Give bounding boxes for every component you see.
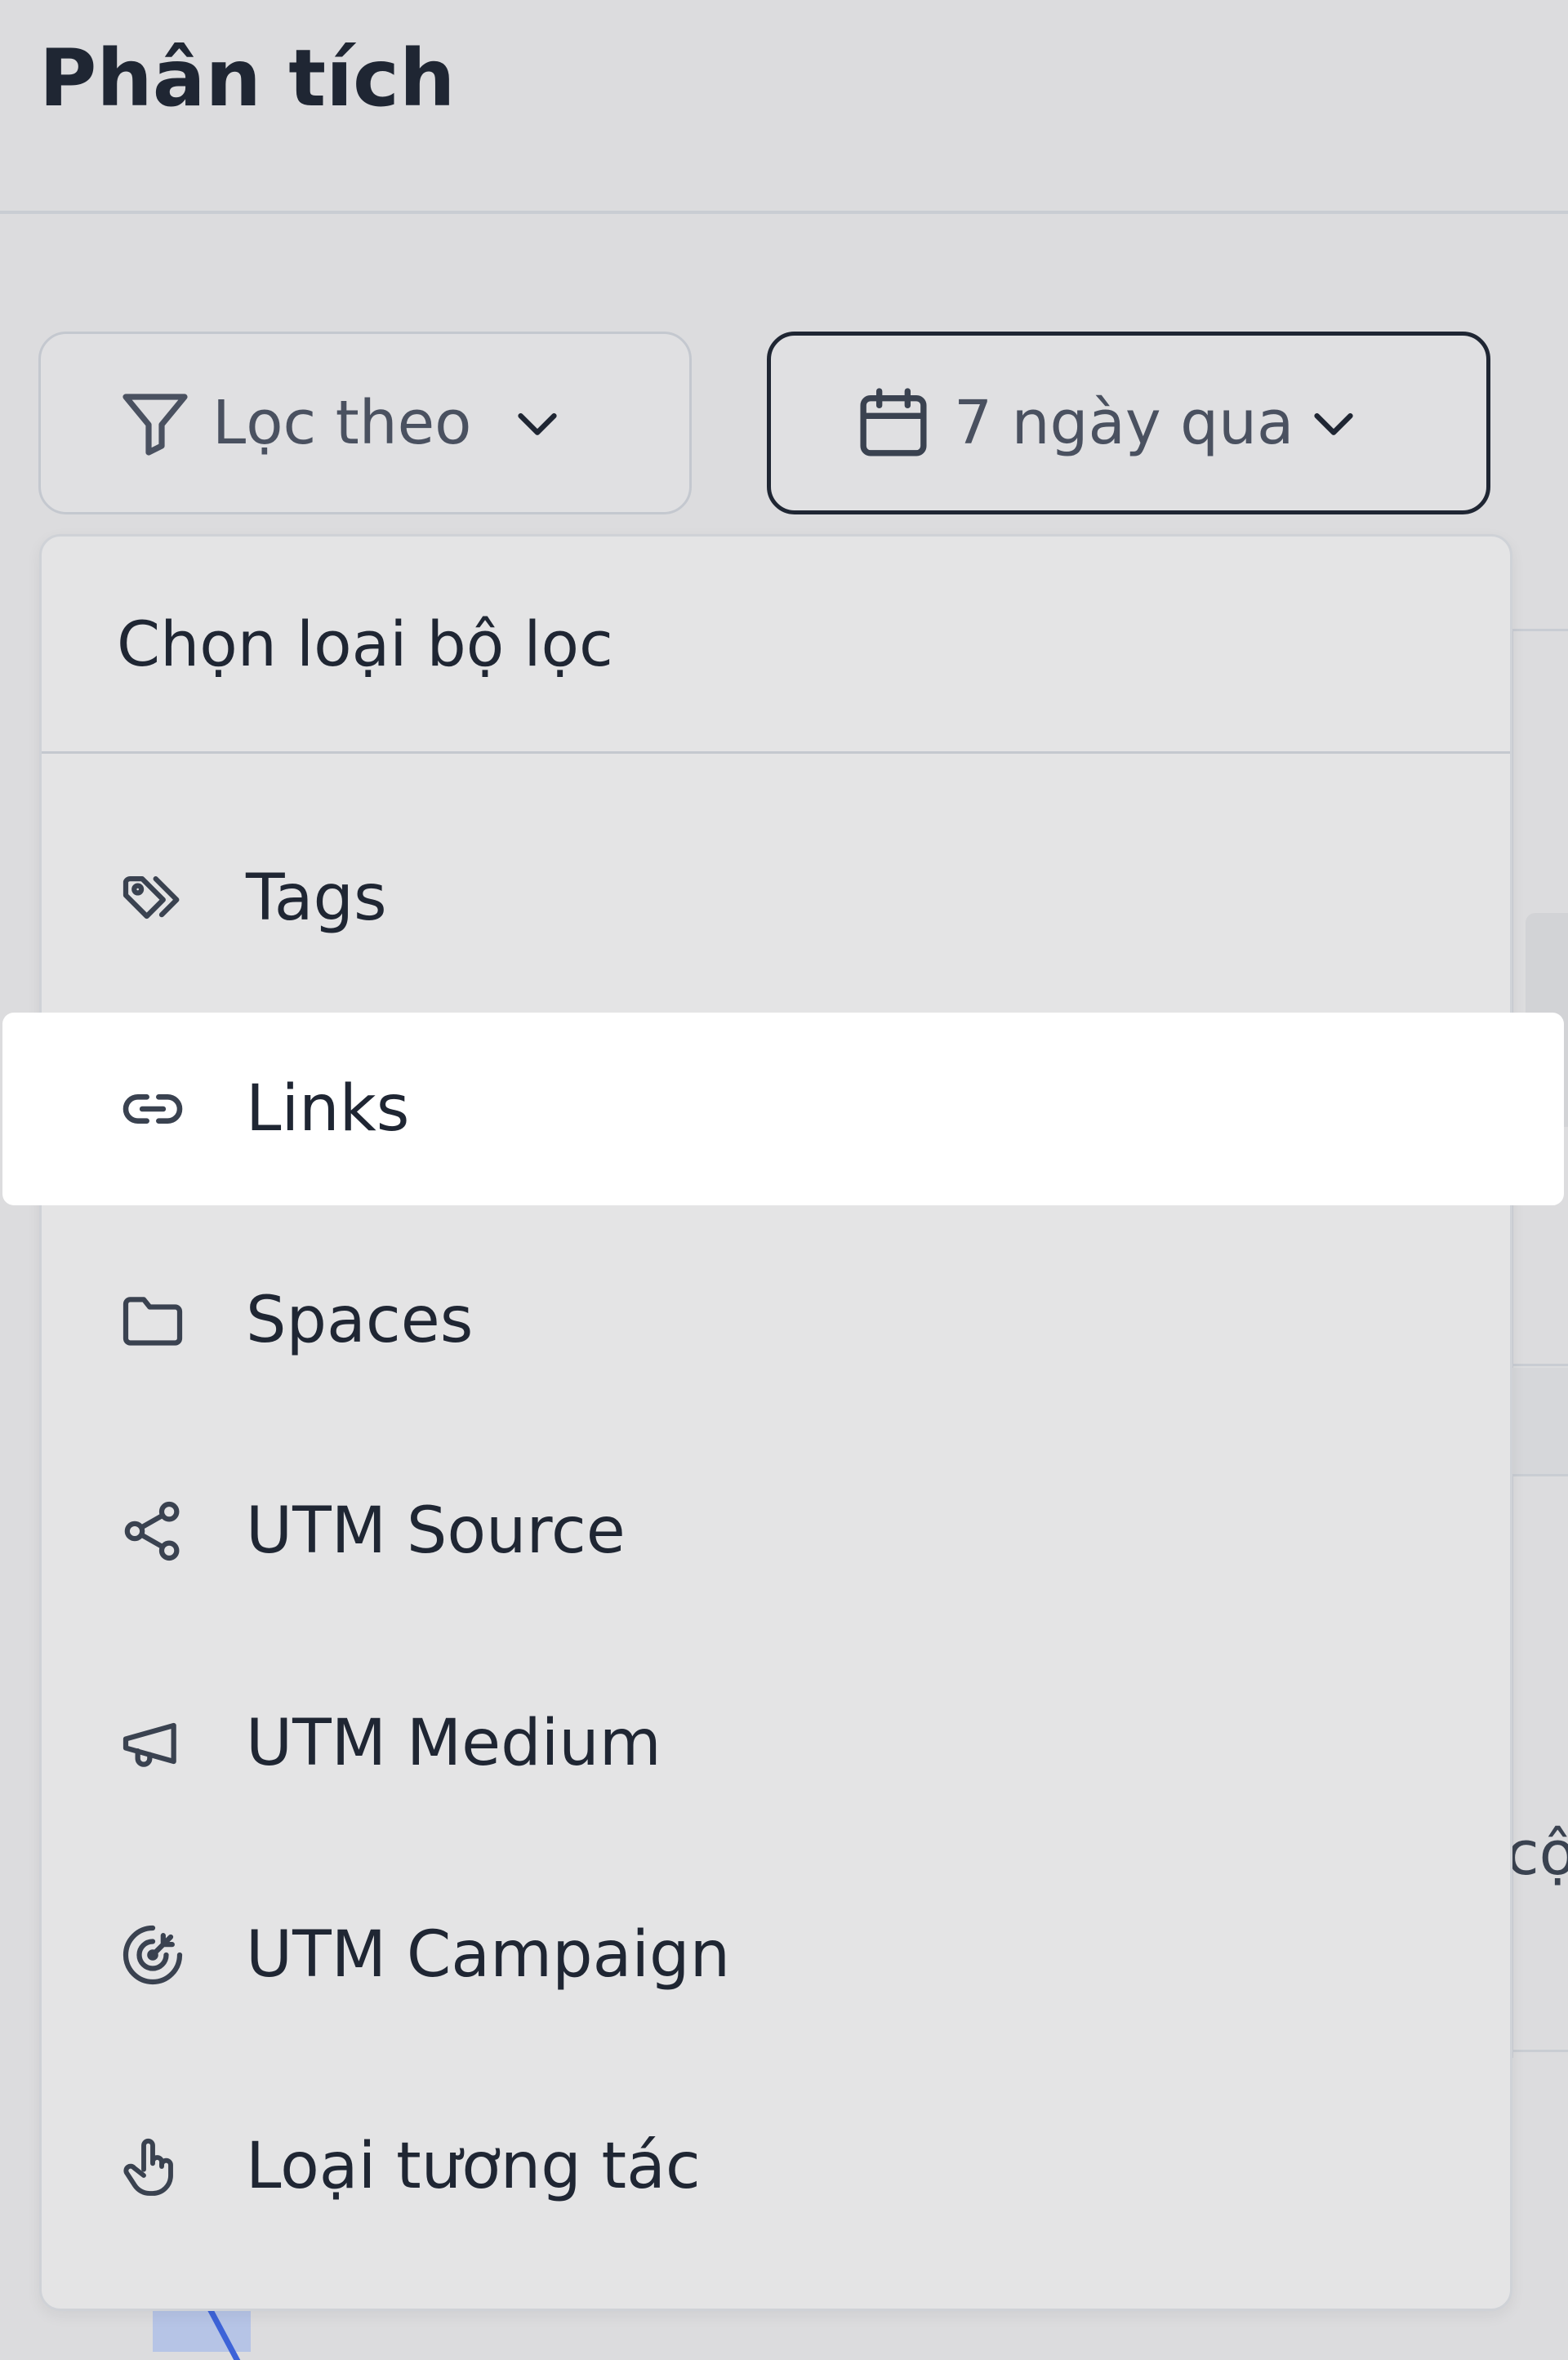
tags-icon	[122, 876, 180, 920]
megaphone-icon	[122, 1722, 176, 1767]
filter-icon	[122, 394, 188, 456]
filter-option-label: Spaces	[246, 1284, 474, 1357]
dropdown-header: Chọn loại bộ lọc	[42, 537, 1510, 754]
filter-option-label: UTM Medium	[246, 1707, 662, 1780]
filter-option-links[interactable]: Links	[2, 1013, 1564, 1205]
page-title: Phân tích	[39, 33, 456, 124]
folder-icon	[122, 1297, 183, 1346]
filter-option-label: Loại tương tác	[246, 2130, 701, 2203]
filter-option-label: Tags	[246, 862, 387, 935]
calendar-icon	[860, 388, 927, 456]
date-range-button[interactable]: 7 ngày qua	[767, 332, 1490, 514]
hand-pointer-icon	[123, 2138, 173, 2196]
chevron-down-icon	[1314, 413, 1353, 435]
date-range-label: 7 ngày qua	[954, 388, 1294, 458]
filter-option-tags[interactable]: Tags	[42, 802, 1510, 995]
filter-type-dropdown: Chọn loại bộ lọc Tags Links Spaces UTM S…	[2, 534, 1564, 2311]
filter-option-interaction-type[interactable]: Loại tương tác	[42, 2070, 1510, 2263]
background-divider	[1511, 1474, 1568, 1476]
share-icon	[124, 1501, 180, 1561]
background-partial-text: cộ	[1506, 1819, 1568, 1889]
filter-button[interactable]: Lọc theo	[38, 332, 692, 514]
target-icon	[122, 1925, 183, 1985]
filter-option-spaces[interactable]: Spaces	[42, 1224, 1510, 1417]
page-header: Phân tích	[0, 0, 1568, 214]
background-table-header	[1511, 1368, 1568, 1474]
background-divider	[1511, 2050, 1568, 2052]
filter-button-label: Lọc theo	[212, 388, 472, 458]
chevron-down-icon	[518, 413, 558, 435]
filter-option-utm-source[interactable]: UTM Source	[42, 1435, 1510, 1628]
background-divider	[1511, 1364, 1568, 1366]
filter-option-utm-campaign[interactable]: UTM Campaign	[42, 1859, 1510, 2051]
link-icon	[122, 1094, 183, 1124]
filter-option-utm-medium[interactable]: UTM Medium	[42, 1647, 1510, 1840]
filter-option-label: Links	[246, 1072, 410, 1146]
filter-option-label: UTM Campaign	[246, 1918, 730, 1992]
filter-option-label: UTM Source	[246, 1494, 626, 1568]
